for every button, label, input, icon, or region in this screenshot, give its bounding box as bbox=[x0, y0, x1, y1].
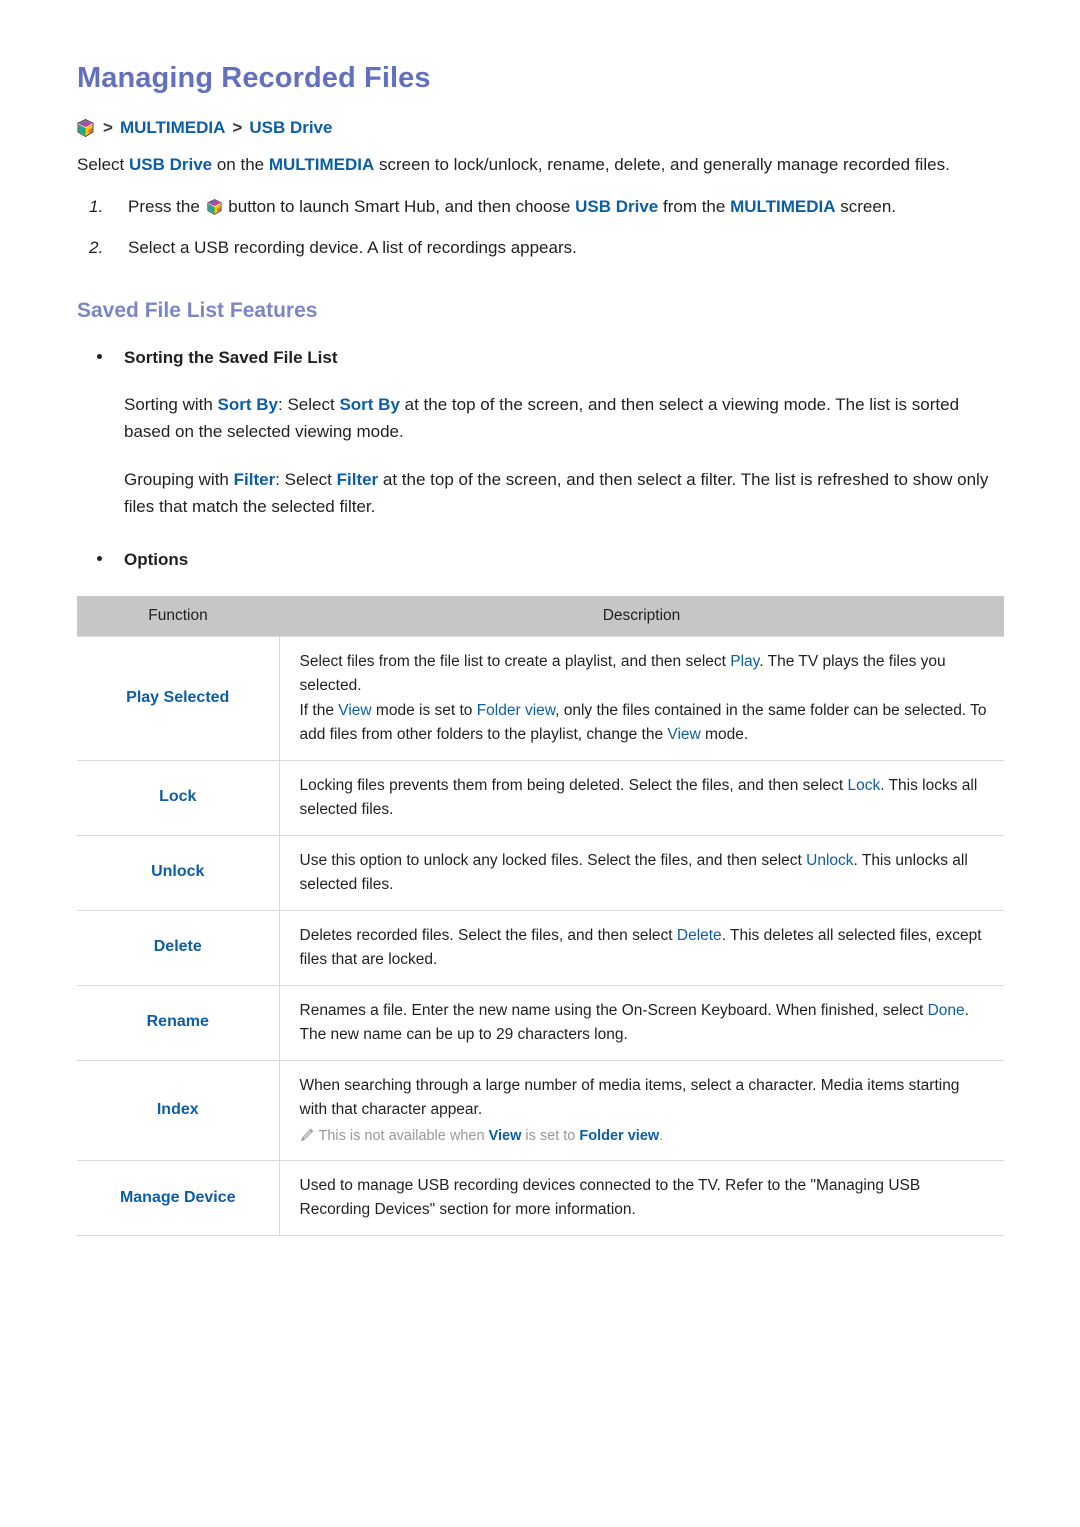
function-name-rename[interactable]: Rename bbox=[77, 984, 280, 1061]
column-header-description: Description bbox=[279, 596, 1004, 637]
function-name-delete[interactable]: Delete bbox=[77, 909, 280, 986]
function-name-unlock[interactable]: Unlock bbox=[77, 834, 280, 911]
step-number-2: 2. bbox=[89, 238, 104, 258]
intro-paragraph: Select USB Drive on the MULTIMEDIA scree… bbox=[77, 151, 1004, 179]
table-row: Index When searching through a large num… bbox=[77, 1059, 1004, 1162]
function-name-manage-device[interactable]: Manage Device bbox=[77, 1160, 280, 1237]
options-table: Function Description Play Selected Selec… bbox=[77, 596, 1004, 1237]
table-row: Play Selected Select files from the file… bbox=[77, 636, 1004, 761]
intro-mid: on the bbox=[212, 155, 269, 175]
sort-by-link-1[interactable]: Sort By bbox=[218, 395, 278, 414]
step-item-2: 2. Select a USB recording device. A list… bbox=[77, 234, 1004, 261]
filter-text-b: : Select bbox=[275, 469, 337, 489]
breadcrumb-item-usb-drive[interactable]: USB Drive bbox=[249, 117, 332, 139]
desc-a: Deletes recorded files. Select the files… bbox=[299, 926, 677, 944]
step-1-part4: screen. bbox=[835, 196, 897, 216]
sorting-paragraph-filter: Grouping with Filter: Select Filter at t… bbox=[124, 466, 1004, 521]
step-item-1: 1. Press the button to launch Smart Hub,… bbox=[77, 193, 1004, 220]
intro-link-usb-drive[interactable]: USB Drive bbox=[129, 155, 212, 174]
desc-link-delete[interactable]: Delete bbox=[677, 927, 722, 944]
note-c: . bbox=[659, 1127, 664, 1144]
intro-link-multimedia[interactable]: MULTIMEDIA bbox=[269, 155, 374, 174]
breadcrumb-sep-1: > bbox=[103, 118, 113, 138]
desc-a: Locking files prevents them from being d… bbox=[299, 776, 848, 794]
desc-link-play[interactable]: Play bbox=[730, 653, 759, 670]
table-row: Delete Deletes recorded files. Select th… bbox=[77, 909, 1004, 986]
desc2-b: mode is set to bbox=[371, 701, 477, 719]
bullet-sorting-the-saved-file-list: Sorting the Saved File List Sorting with… bbox=[77, 345, 1004, 521]
desc-link-view-1[interactable]: View bbox=[338, 702, 371, 719]
document-page: Managing Recorded Files > MULTIMEDIA > U… bbox=[0, 0, 1080, 1527]
step-1-part3: from the bbox=[658, 196, 731, 216]
intro-suffix: screen to lock/unlock, rename, delete, a… bbox=[374, 155, 950, 175]
desc-link-unlock[interactable]: Unlock bbox=[806, 852, 853, 869]
description-delete: Deletes recorded files. Select the files… bbox=[279, 909, 1004, 986]
breadcrumb-sep-2: > bbox=[232, 118, 243, 138]
table-row: Rename Renames a file. Enter the new nam… bbox=[77, 984, 1004, 1061]
options-table-body: Play Selected Select files from the file… bbox=[77, 636, 1004, 1237]
desc-a: Select files from the file list to creat… bbox=[299, 653, 731, 671]
step-1-link-multimedia[interactable]: MULTIMEDIA bbox=[730, 197, 835, 216]
filter-link-2[interactable]: Filter bbox=[337, 470, 379, 489]
step-2-text: Select a USB recording device. A list of… bbox=[128, 238, 577, 258]
bullet-options: Options bbox=[77, 547, 1004, 573]
filter-link-1[interactable]: Filter bbox=[234, 470, 276, 489]
description-unlock: Use this option to unlock any locked fil… bbox=[279, 834, 1004, 911]
step-1-part2: button to launch Smart Hub, and then cho… bbox=[223, 196, 576, 216]
step-number-1: 1. bbox=[89, 196, 104, 216]
description-manage-device: Used to manage USB recording devices con… bbox=[279, 1160, 1004, 1237]
sorting-paragraph-sort-by: Sorting with Sort By: Select Sort By at … bbox=[124, 391, 1004, 446]
bullet-label-options: Options bbox=[124, 549, 189, 569]
steps-list: 1. Press the button to launch Smart Hub,… bbox=[77, 193, 1004, 261]
table-row: Manage Device Used to manage USB recordi… bbox=[77, 1160, 1004, 1237]
step-1-link-usb-drive[interactable]: USB Drive bbox=[575, 197, 658, 216]
smart-hub-icon bbox=[206, 199, 222, 215]
page-title: Managing Recorded Files bbox=[77, 62, 431, 94]
section-title-saved-file-list-features: Saved File List Features bbox=[77, 299, 318, 323]
description-rename: Renames a file. Enter the new name using… bbox=[279, 984, 1004, 1061]
sort-by-link-2[interactable]: Sort By bbox=[339, 395, 399, 414]
function-name-play-selected[interactable]: Play Selected bbox=[77, 636, 280, 761]
desc2-a: If the bbox=[299, 701, 339, 719]
note-link-folder-view[interactable]: Folder view bbox=[579, 1128, 659, 1144]
intro-prefix: Select bbox=[77, 155, 129, 175]
function-name-lock[interactable]: Lock bbox=[77, 759, 280, 836]
table-row: Unlock Use this option to unlock any loc… bbox=[77, 834, 1004, 911]
sort-by-text-a: Sorting with bbox=[124, 394, 218, 414]
bullet-label-sorting: Sorting the Saved File List bbox=[124, 348, 338, 368]
desc-link-folder-view[interactable]: Folder view bbox=[477, 702, 555, 719]
function-name-index[interactable]: Index bbox=[77, 1059, 280, 1162]
desc-link-view-2[interactable]: View bbox=[667, 726, 700, 743]
column-header-function: Function bbox=[77, 596, 279, 637]
description-lock: Locking files prevents them from being d… bbox=[279, 759, 1004, 836]
desc-link-done[interactable]: Done bbox=[928, 1002, 965, 1019]
description-play-selected: Select files from the file list to creat… bbox=[279, 636, 1004, 761]
note-link-view[interactable]: View bbox=[489, 1128, 522, 1144]
desc-a: When searching through a large number of… bbox=[299, 1076, 960, 1118]
sort-by-text-b: : Select bbox=[278, 394, 340, 414]
desc-link-lock[interactable]: Lock bbox=[847, 777, 880, 794]
description-index: When searching through a large number of… bbox=[279, 1059, 1004, 1162]
table-header-row: Function Description bbox=[77, 596, 1004, 637]
desc-a: Renames a file. Enter the new name using… bbox=[299, 1001, 928, 1019]
breadcrumb-item-multimedia[interactable]: MULTIMEDIA bbox=[120, 117, 225, 139]
index-note: This is not available when View is set t… bbox=[300, 1126, 991, 1148]
note-b: is set to bbox=[521, 1127, 580, 1144]
smart-hub-icon bbox=[77, 119, 94, 138]
table-row: Lock Locking files prevents them from be… bbox=[77, 759, 1004, 836]
features-bullet-list: Sorting the Saved File List Sorting with… bbox=[77, 345, 1004, 572]
breadcrumb: > MULTIMEDIA > USB Drive bbox=[77, 117, 1004, 139]
page-content: Managing Recorded Files > MULTIMEDIA > U… bbox=[77, 62, 1004, 1237]
note-a: This is not available when bbox=[318, 1127, 489, 1144]
options-table-head: Function Description bbox=[77, 596, 1004, 637]
desc-a: Use this option to unlock any locked fil… bbox=[299, 851, 807, 869]
filter-text-a: Grouping with bbox=[124, 469, 234, 489]
desc-a: Used to manage USB recording devices con… bbox=[299, 1177, 921, 1219]
desc2-d: mode. bbox=[700, 725, 749, 743]
step-1-part1: Press the bbox=[128, 196, 205, 216]
pencil-icon bbox=[300, 1128, 314, 1142]
